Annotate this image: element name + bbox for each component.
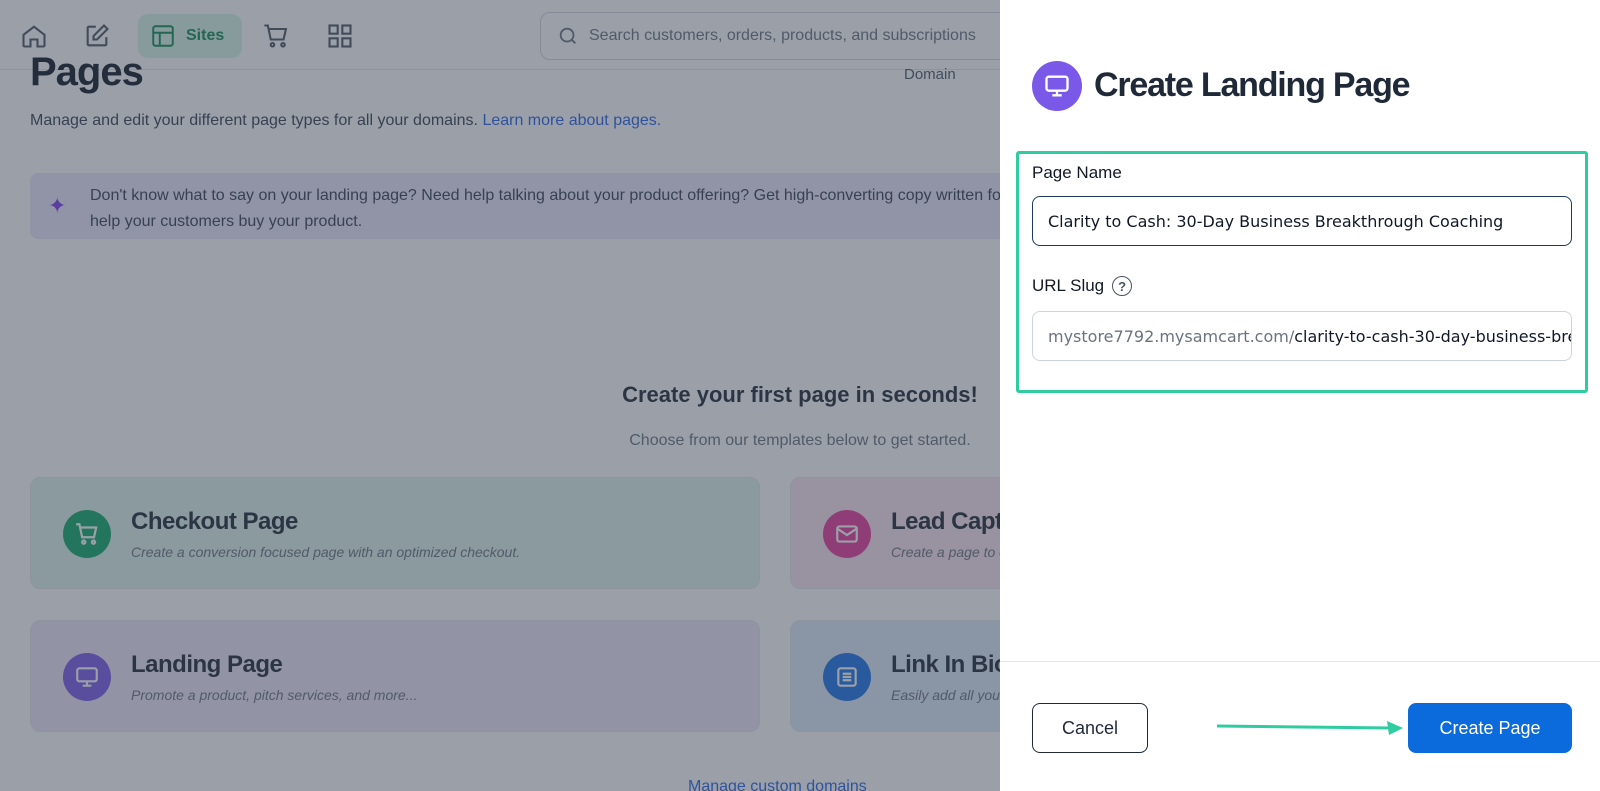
page-name-label-text: Page Name [1032, 163, 1122, 182]
url-slug-value: clarity-to-cash-30-day-business-breakthr… [1294, 326, 1571, 346]
cancel-button[interactable]: Cancel [1032, 703, 1148, 753]
page-name-input[interactable]: Clarity to Cash: 30-Day Business Breakth… [1032, 196, 1572, 246]
create-page-button[interactable]: Create Page [1408, 703, 1572, 753]
drawer-title: Create Landing Page [1094, 66, 1411, 104]
help-icon[interactable]: ? [1112, 276, 1133, 296]
annotation-arrow [1216, 721, 1403, 735]
url-slug-label-text: URL Slug [1032, 276, 1105, 295]
modal-backdrop[interactable] [0, 0, 1000, 791]
url-slug-label: URL Slug ? [1032, 276, 1133, 296]
url-slug-prefix: mystore7792.mysamcart.com/ [1048, 326, 1295, 346]
url-slug-input[interactable]: mystore7792.mysamcart.com/clarity-to-cas… [1032, 311, 1572, 361]
page-name-label: Page Name [1032, 163, 1122, 183]
drawer-footer: Cancel Create Page [1000, 661, 1600, 791]
create-landing-page-drawer: Create Landing Page Page Name Clarity to… [1000, 0, 1600, 791]
page-name-value: Clarity to Cash: 30-Day Business Breakth… [1048, 211, 1504, 231]
monitor-icon [1032, 61, 1082, 111]
